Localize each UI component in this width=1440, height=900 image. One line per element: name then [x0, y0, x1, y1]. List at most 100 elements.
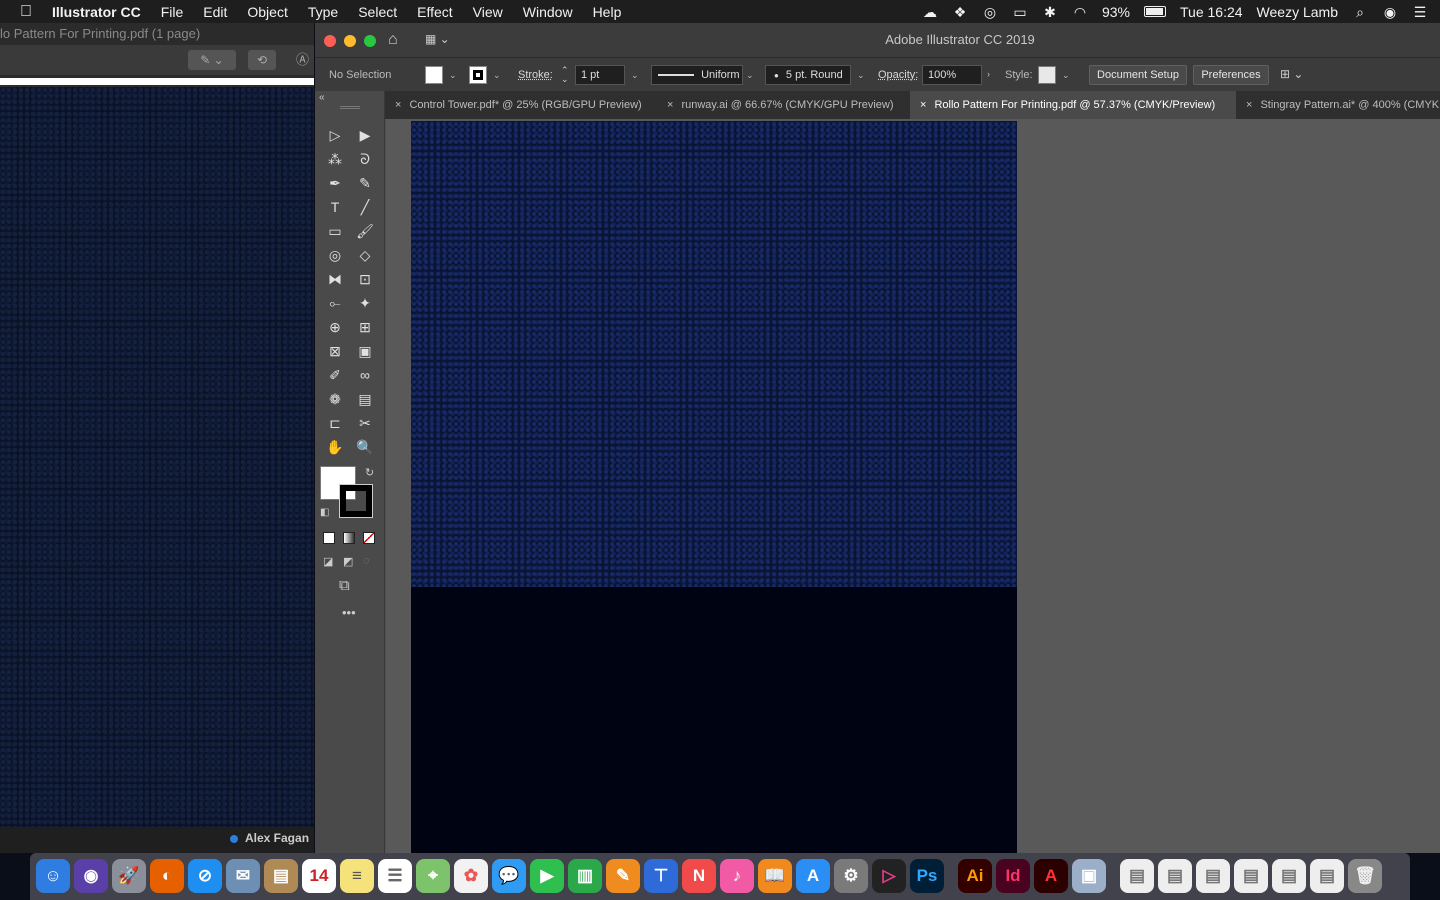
- stroke-dropdown-icon[interactable]: ⌄: [493, 70, 501, 81]
- menu-view[interactable]: View: [473, 4, 503, 20]
- tab-rollo-pattern[interactable]: × Rollo Pattern For Printing.pdf @ 57.37%…: [910, 91, 1236, 119]
- creative-cloud-icon[interactable]: ☁: [922, 5, 938, 19]
- dock-photos-icon[interactable]: ✿: [454, 859, 488, 893]
- direct-selection-tool-icon[interactable]: ▶: [354, 124, 376, 146]
- pattern-artwork[interactable]: [411, 121, 1017, 587]
- edit-toolbar-icon[interactable]: •••: [342, 605, 356, 620]
- dock-firefox-icon[interactable]: ◐: [150, 859, 184, 893]
- canvas-area[interactable]: [386, 119, 1440, 853]
- dock-indesign-icon[interactable]: Id: [996, 859, 1030, 893]
- style-swatch[interactable]: [1038, 66, 1056, 84]
- stroke-label[interactable]: Stroke:: [518, 69, 553, 81]
- battery-icon[interactable]: [1144, 6, 1167, 17]
- type-tool-icon[interactable]: T: [324, 196, 346, 218]
- dock-doc-5-icon[interactable]: ▤: [1272, 859, 1306, 893]
- opacity-label[interactable]: Opacity:: [878, 69, 918, 81]
- tab-close-icon[interactable]: ×: [1246, 99, 1252, 111]
- screen-mode-icon[interactable]: ⧉: [339, 577, 350, 594]
- dock-system-preferences-icon[interactable]: ⚙: [834, 859, 868, 893]
- dock-illustrator-icon[interactable]: Ai: [958, 859, 992, 893]
- menu-select[interactable]: Select: [358, 4, 397, 20]
- swap-fill-stroke-icon[interactable]: ↻: [365, 466, 374, 479]
- dock-notes-icon[interactable]: ≡: [340, 859, 374, 893]
- gradient-mode-icon[interactable]: [343, 532, 355, 544]
- fill-swatch[interactable]: [425, 66, 443, 84]
- dock-doc-1-icon[interactable]: ▤: [1120, 859, 1154, 893]
- dock-doc-3-icon[interactable]: ▤: [1196, 859, 1230, 893]
- paintbrush-tool-icon[interactable]: 🖌: [354, 220, 376, 242]
- dock-preview-icon[interactable]: ▣: [1072, 859, 1106, 893]
- dock-messages-icon[interactable]: 💬: [492, 859, 526, 893]
- dock-safari-icon[interactable]: ⊘: [188, 859, 222, 893]
- dock-reminders-icon[interactable]: ☰: [378, 859, 412, 893]
- apple-menu-icon[interactable]: : [20, 3, 32, 21]
- stroke-weight-dropdown-icon[interactable]: ⌄: [631, 70, 639, 81]
- sync-icon[interactable]: ◎: [982, 5, 998, 19]
- none-mode-icon[interactable]: [363, 532, 375, 544]
- stroke-stepper-icon[interactable]: ⌃ ⌄: [561, 66, 569, 84]
- siri-icon[interactable]: ◉: [1382, 5, 1398, 19]
- menu-app-name[interactable]: Illustrator CC: [52, 4, 141, 20]
- tab-close-icon[interactable]: ×: [920, 99, 926, 111]
- menu-effect[interactable]: Effect: [417, 4, 453, 20]
- puppet-warp-tool-icon[interactable]: ✦: [354, 292, 376, 314]
- mesh-tool-icon[interactable]: ⊠: [324, 340, 346, 362]
- annotate-icon[interactable]: Ⓐ: [296, 50, 314, 70]
- tab-runway[interactable]: × runway.ai @ 66.67% (CMYK/GPU Preview): [657, 91, 910, 119]
- gradient-tool-icon[interactable]: ▣: [354, 340, 376, 362]
- background-window-title[interactable]: lo Pattern For Printing.pdf (1 page): [0, 23, 314, 45]
- artboard[interactable]: [411, 121, 1017, 853]
- opacity-expand-icon[interactable]: ›: [987, 69, 990, 79]
- draw-inside-icon[interactable]: ◌: [363, 555, 370, 567]
- line-tool-icon[interactable]: ╱: [354, 196, 376, 218]
- magic-wand-tool-icon[interactable]: ⁂: [324, 148, 346, 170]
- dock-photoshop-icon[interactable]: Ps: [910, 859, 944, 893]
- tab-close-icon[interactable]: ×: [667, 99, 673, 111]
- graph-tool-icon[interactable]: ▤: [354, 388, 376, 410]
- artboard-tool-icon[interactable]: ⊏: [324, 412, 346, 434]
- profile-dropdown-icon[interactable]: ⌄: [746, 70, 754, 81]
- dock-acrobat-icon[interactable]: A: [1034, 859, 1068, 893]
- rotate-icon[interactable]: ⟲: [248, 50, 276, 70]
- opacity-field[interactable]: 100%: [922, 65, 982, 85]
- dock-finder-icon[interactable]: ☺: [36, 859, 70, 893]
- user-name[interactable]: Weezy Lamb: [1257, 4, 1338, 20]
- airplay-icon[interactable]: ▭: [1012, 5, 1028, 19]
- menu-file[interactable]: File: [161, 4, 184, 20]
- dock-media-player-icon[interactable]: ▷: [872, 859, 906, 893]
- menu-help[interactable]: Help: [593, 4, 622, 20]
- menu-edit[interactable]: Edit: [203, 4, 227, 20]
- dock-calendar-icon[interactable]: 14: [302, 859, 336, 893]
- brush-dropdown-icon[interactable]: ⌄: [857, 70, 865, 81]
- dock-pages-icon[interactable]: ✎: [606, 859, 640, 893]
- spotlight-search-icon[interactable]: ⌕: [1352, 5, 1368, 19]
- document-setup-button[interactable]: Document Setup: [1089, 65, 1187, 85]
- tab-close-icon[interactable]: ×: [395, 99, 401, 111]
- stroke-color-box[interactable]: [339, 484, 373, 518]
- brush-definition[interactable]: ● 5 pt. Round: [765, 65, 851, 85]
- preferences-button[interactable]: Preferences: [1193, 65, 1269, 85]
- default-colors-icon[interactable]: ◧: [320, 507, 329, 518]
- tab-stingray-pattern[interactable]: × Stingray Pattern.ai* @ 400% (CMYK: [1236, 91, 1440, 119]
- dock-numbers-icon[interactable]: ▥: [568, 859, 602, 893]
- selection-tool-icon[interactable]: ▷: [324, 124, 346, 146]
- rectangle-tool-icon[interactable]: ▭: [324, 220, 346, 242]
- wifi-icon[interactable]: ◠: [1072, 5, 1088, 19]
- menu-window[interactable]: Window: [523, 4, 573, 20]
- menu-object[interactable]: Object: [247, 4, 287, 20]
- tab-control-tower[interactable]: × Control Tower.pdf* @ 25% (RGB/GPU Previ…: [385, 91, 657, 119]
- eraser-tool-icon[interactable]: ◇: [354, 244, 376, 266]
- symbol-sprayer-tool-icon[interactable]: ❁: [324, 388, 346, 410]
- dock-maps-icon[interactable]: ⌖: [416, 859, 450, 893]
- color-mode-icon[interactable]: [323, 532, 335, 544]
- dock-facetime-icon[interactable]: ▶: [530, 859, 564, 893]
- hand-tool-icon[interactable]: ✋: [324, 436, 346, 458]
- variable-width-profile[interactable]: Uniform: [651, 65, 743, 85]
- bluetooth-icon[interactable]: ✱: [1042, 5, 1058, 19]
- draw-normal-icon[interactable]: ◪: [323, 555, 333, 568]
- dock-contacts-icon[interactable]: ▤: [264, 859, 298, 893]
- notification-center-icon[interactable]: ☰: [1412, 5, 1428, 19]
- markup-pen-icon[interactable]: ✎ ⌄: [188, 50, 236, 70]
- dock-news-icon[interactable]: N: [682, 859, 716, 893]
- fill-dropdown-icon[interactable]: ⌄: [449, 70, 457, 81]
